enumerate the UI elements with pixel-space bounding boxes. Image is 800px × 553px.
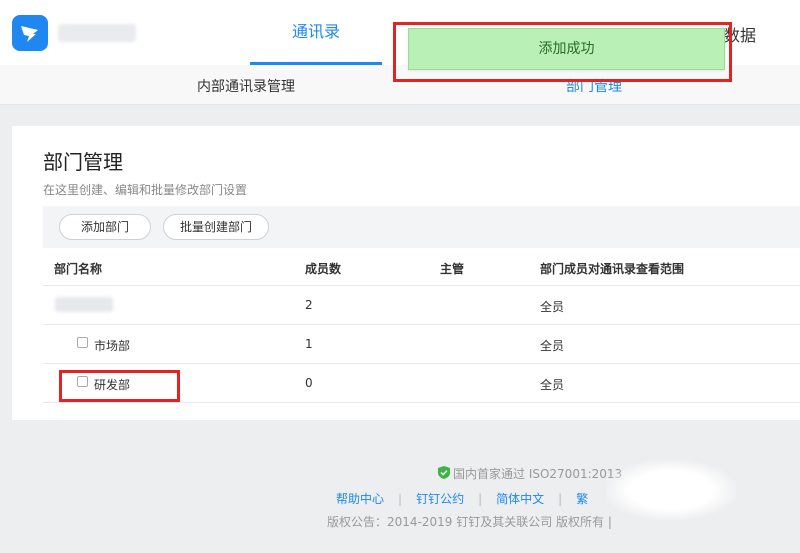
header-member-count: 成员数 bbox=[305, 262, 342, 276]
member-count: 1 bbox=[305, 337, 313, 351]
shield-check-icon bbox=[438, 466, 450, 479]
add-department-button[interactable]: 添加部门 bbox=[59, 214, 151, 240]
table-row[interactable]: 市场部 1 全员 bbox=[43, 325, 800, 364]
view-scope: 全员 bbox=[540, 339, 565, 353]
member-count: 2 bbox=[305, 298, 313, 312]
row-checkbox[interactable] bbox=[77, 337, 88, 348]
tab-contacts-label: 通讯录 bbox=[291, 22, 340, 41]
batch-create-department-button[interactable]: 批量创建部门 bbox=[163, 214, 269, 240]
page-footer: 国内首家通过 ISO27001:2013 帮助中心 | 钉钉公约 | 简体中文 | 繁 版权… bbox=[0, 460, 800, 553]
copyright-notice: 版权公告：2014-2019 钉钉及其关联公司 版权所有 | bbox=[327, 515, 612, 529]
new-department-highlight-box bbox=[59, 370, 180, 402]
link-simplified-chinese[interactable]: 简体中文 bbox=[496, 492, 544, 506]
footer-links: 帮助中心 | 钉钉公约 | 简体中文 | 繁 bbox=[336, 490, 588, 507]
page-title: 部门管理 bbox=[43, 150, 123, 174]
header-manager: 主管 bbox=[440, 262, 465, 276]
certification-text: 国内首家通过 ISO27001:2013 bbox=[453, 467, 623, 481]
member-count: 0 bbox=[305, 376, 313, 390]
table-row[interactable]: 2 全员 bbox=[43, 286, 800, 325]
toast-highlight-box bbox=[393, 22, 732, 82]
dingtalk-logo-icon[interactable] bbox=[12, 15, 48, 51]
header-department-name: 部门名称 bbox=[54, 262, 103, 276]
link-separator: | bbox=[558, 492, 563, 506]
link-separator: | bbox=[478, 492, 483, 506]
view-scope: 全员 bbox=[540, 300, 565, 314]
header-view-scope: 部门成员对通讯录查看范围 bbox=[540, 262, 685, 276]
organization-name-blurred bbox=[58, 24, 136, 42]
link-traditional-chinese[interactable]: 繁 bbox=[576, 492, 588, 506]
screen-glare-overlay bbox=[606, 460, 736, 520]
subnav-internal-contacts[interactable]: 内部通讯录管理 bbox=[197, 76, 295, 96]
action-toolbar: 添加部门 批量创建部门 bbox=[43, 206, 800, 248]
root-department-name-blurred bbox=[55, 297, 113, 312]
link-help-center[interactable]: 帮助中心 bbox=[336, 492, 384, 506]
view-scope: 全员 bbox=[540, 378, 565, 392]
link-dingtalk-convention[interactable]: 钉钉公约 bbox=[416, 492, 464, 506]
page-description: 在这里创建、编辑和批量修改部门设置 bbox=[43, 183, 248, 197]
department-name: 市场部 bbox=[94, 339, 131, 353]
tab-contacts[interactable]: 通讯录 bbox=[250, 0, 382, 65]
link-separator: | bbox=[398, 492, 403, 506]
table-header-row: 部门名称 成员数 主管 部门成员对通讯录查看范围 bbox=[43, 248, 800, 286]
